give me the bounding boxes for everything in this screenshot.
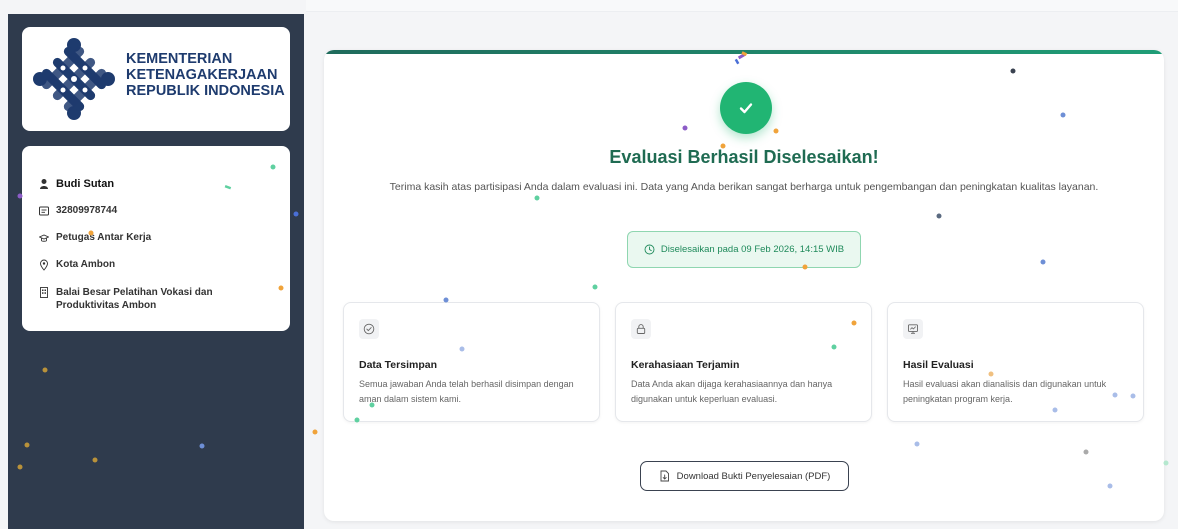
profile-name-row: Budi Sutan <box>39 178 114 190</box>
profile-office-row: Balai Besar Pelatihan Vokasi dan Produkt… <box>39 286 276 312</box>
id-card-icon <box>39 206 49 216</box>
profile-role: Petugas Antar Kerja <box>56 232 152 243</box>
location-pin-icon <box>40 259 48 271</box>
completion-timestamp: Diselesaikan pada 09 Feb 2026, 14:15 WIB <box>660 244 845 255</box>
card-accent-bar <box>324 50 1164 54</box>
ministry-logo-icon <box>33 38 115 120</box>
org-line-2: KETENAGAKERJAAN <box>126 67 278 83</box>
chart-icon <box>903 319 923 339</box>
graduation-cap-icon <box>39 234 49 242</box>
page-subtitle: Terima kasih atas partisipasi Anda dalam… <box>389 181 1099 193</box>
feature-card-confidentiality: Kerahasiaan Terjamin Data Anda akan dija… <box>615 302 872 422</box>
org-line-3: REPUBLIK INDONESIA <box>126 83 285 99</box>
clock-icon <box>644 244 655 255</box>
user-icon <box>40 179 48 189</box>
file-download-icon <box>660 470 669 482</box>
download-certificate-button[interactable]: Download Bukti Penyelesaian (PDF) <box>640 461 849 491</box>
organization-name: KEMENTERIAN KETENAGAKERJAAN REPUBLIK IND… <box>126 51 285 99</box>
download-button-label: Download Bukti Penyelesaian (PDF) <box>676 470 831 482</box>
feature-card-data-saved: Data Tersimpan Semua jawaban Anda telah … <box>343 302 600 422</box>
completion-card: Evaluasi Berhasil Diselesaikan! Terima k… <box>324 50 1164 521</box>
lock-icon <box>631 319 651 339</box>
feature-title: Hasil Evaluasi <box>903 359 974 371</box>
feature-card-evaluation-results: Hasil Evaluasi Hasil evaluasi akan diana… <box>887 302 1144 422</box>
feature-description: Semua jawaban Anda telah berhasil disimp… <box>359 379 574 404</box>
building-icon <box>40 287 48 298</box>
sidebar: KEMENTERIAN KETENAGAKERJAAN REPUBLIK IND… <box>8 14 304 529</box>
profile-city-row: Kota Ambon <box>39 259 115 271</box>
profile-office: Balai Besar Pelatihan Vokasi dan Produkt… <box>56 287 213 311</box>
feature-title: Kerahasiaan Terjamin <box>631 359 740 371</box>
profile-id-number: 32809978744 <box>56 205 118 216</box>
profile-role-row: Petugas Antar Kerja <box>39 232 151 244</box>
completion-timestamp-badge: Diselesaikan pada 09 Feb 2026, 14:15 WIB <box>627 231 861 268</box>
success-check-icon <box>720 82 772 134</box>
profile-card: Budi Sutan 32809978744 Petugas Antar Ker… <box>22 146 290 331</box>
check-circle-icon <box>359 319 379 339</box>
feature-description: Data Anda akan dijaga kerahasiaannya dan… <box>631 379 833 404</box>
profile-city: Kota Ambon <box>56 259 116 270</box>
feature-title: Data Tersimpan <box>359 359 437 371</box>
top-bar <box>306 0 1178 12</box>
org-line-1: KEMENTERIAN <box>126 51 233 67</box>
feature-description: Hasil evaluasi akan dianalisis dan digun… <box>903 379 1107 404</box>
profile-id-row: 32809978744 <box>39 205 117 217</box>
page-title: Evaluasi Berhasil Diselesaikan! <box>609 147 879 167</box>
logo-card: KEMENTERIAN KETENAGAKERJAAN REPUBLIK IND… <box>22 27 290 131</box>
profile-name: Budi Sutan <box>56 178 115 190</box>
